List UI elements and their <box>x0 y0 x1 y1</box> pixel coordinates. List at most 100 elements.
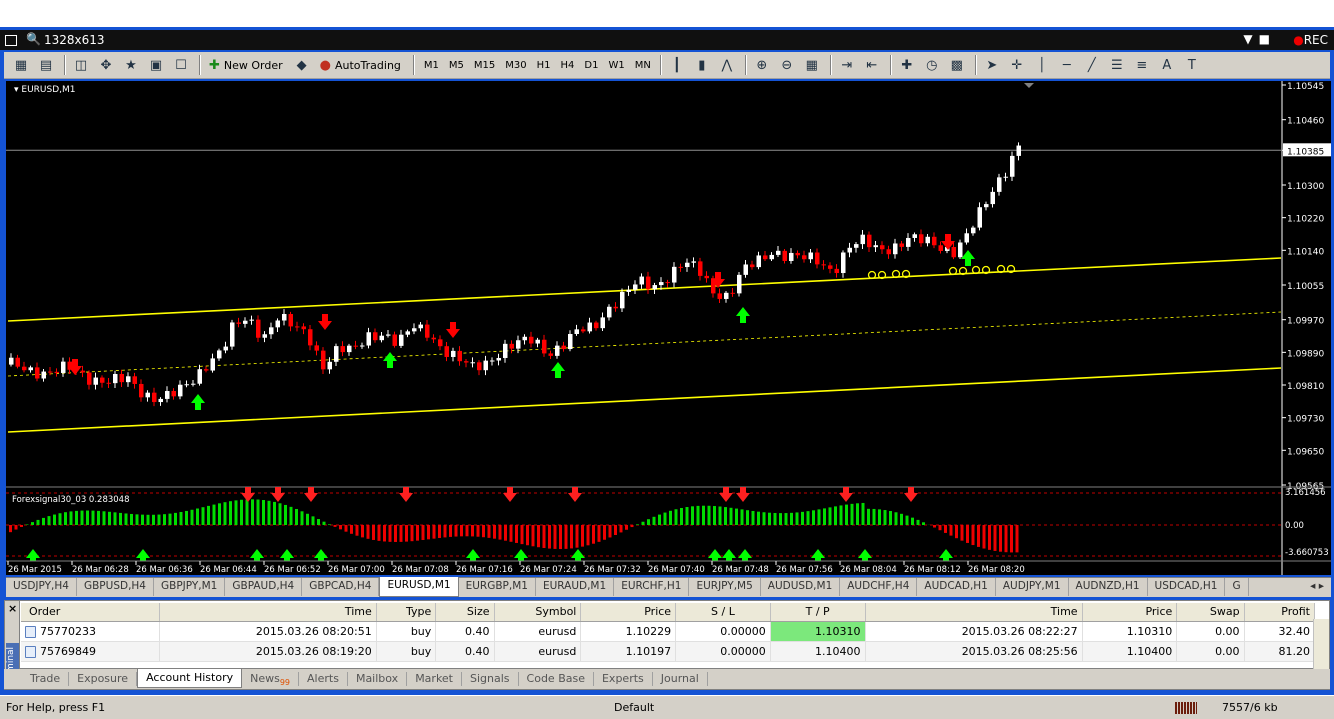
terminal-tab[interactable]: Code Base <box>519 672 594 686</box>
crosshair-icon[interactable]: ✛ <box>1006 55 1028 75</box>
metaeditor-icon[interactable]: ◆ <box>291 55 313 75</box>
column-header[interactable]: Price <box>580 603 677 622</box>
tile-windows-icon[interactable]: ▦ <box>801 55 823 75</box>
chart-tab[interactable]: G <box>1225 578 1249 596</box>
indicator-buy-arrow <box>280 549 294 561</box>
auto-scroll-icon[interactable]: ⇥ <box>836 55 858 75</box>
favorites-icon[interactable]: ★ <box>120 55 142 75</box>
horizontal-line-icon[interactable]: ─ <box>1056 55 1078 75</box>
terminal-tab[interactable]: Account History <box>137 668 243 688</box>
close-icon[interactable]: × <box>8 602 17 615</box>
column-header[interactable]: Order <box>21 603 160 622</box>
column-header[interactable]: S / L <box>675 603 771 622</box>
timeframe-m1[interactable]: M1 <box>419 55 444 75</box>
new-order-button[interactable]: ✚ New Order <box>205 55 287 75</box>
recorder-controls[interactable]: ▼■ <box>1243 32 1276 46</box>
chart-shift-icon[interactable]: ⇤ <box>861 55 883 75</box>
chart-tab[interactable]: AUDJPY,M1 <box>996 578 1069 596</box>
table-row[interactable]: 75770233 2015.03.26 08:20:51 buy 0.40 eurusd… <box>21 621 1316 642</box>
column-header[interactable]: Size <box>435 603 495 622</box>
candle-body <box>750 264 755 268</box>
account-history-table[interactable]: Order Time Type Size Symbol Price S / LT / P Ti… <box>21 603 1316 662</box>
chart-tab[interactable]: AUDCHF,H4 <box>840 578 918 596</box>
timeframe-d1[interactable]: D1 <box>579 55 603 75</box>
chart-tab[interactable]: GBPUSD,H4 <box>77 578 154 596</box>
chart-tab[interactable]: GBPCAD,H4 <box>302 578 380 596</box>
chart-tab[interactable]: GBPJPY,M1 <box>154 578 226 596</box>
column-header[interactable]: T / P <box>770 603 866 622</box>
new-chart-icon[interactable]: ▦ <box>10 55 32 75</box>
chart-tab[interactable]: EURAUD,M1 <box>536 578 615 596</box>
terminal-tab[interactable]: Market <box>407 672 462 686</box>
histogram-bar <box>685 507 689 525</box>
chart-tab[interactable]: EURGBP,M1 <box>459 578 536 596</box>
navigator-icon[interactable]: ✥ <box>95 55 117 75</box>
column-header[interactable]: Time <box>159 603 377 622</box>
terminal-tab[interactable]: Journal <box>653 672 708 686</box>
column-header[interactable]: Swap <box>1176 603 1245 622</box>
table-row[interactable]: 75769849 2015.03.26 08:19:20 buy 0.40 eurusd… <box>21 641 1316 662</box>
candlestick-icon[interactable]: ▮ <box>691 55 713 75</box>
vertical-scrollbar[interactable] <box>1313 619 1329 669</box>
timeframe-w1[interactable]: W1 <box>603 55 629 75</box>
toolbar-separator <box>744 55 747 75</box>
column-header[interactable]: Price <box>1082 603 1178 622</box>
terminal-tab[interactable]: Exposure <box>69 672 138 686</box>
timeframe-mn[interactable]: MN <box>630 55 656 75</box>
timeframe-h4[interactable]: H4 <box>556 55 580 75</box>
profiles-icon[interactable]: ▤ <box>35 55 57 75</box>
chart-tab[interactable]: AUDNZD,H1 <box>1069 578 1148 596</box>
terminal-tab[interactable]: News99 <box>242 672 300 687</box>
tester-icon[interactable]: ☐ <box>170 55 192 75</box>
chart-tab[interactable]: AUDCAD,H1 <box>917 578 996 596</box>
zoom-in-icon[interactable]: ⊕ <box>751 55 773 75</box>
chart-tab[interactable]: AUDUSD,M1 <box>761 578 841 596</box>
terminal-tab[interactable]: Trade <box>22 672 70 686</box>
column-header[interactable]: Symbol <box>494 603 582 622</box>
histogram-bar <box>531 525 535 547</box>
zoom-icon[interactable]: 🔍 <box>26 32 41 46</box>
column-header[interactable]: Time <box>865 603 1083 622</box>
channel-icon[interactable]: ☰ <box>1106 55 1128 75</box>
zoom-out-icon[interactable]: ⊖ <box>776 55 798 75</box>
price-tick-label: 1.10140 <box>1287 247 1324 257</box>
cursor-icon[interactable]: ➤ <box>981 55 1003 75</box>
terminal-tab[interactable]: Alerts <box>299 672 348 686</box>
bar-chart-icon[interactable]: ┃ <box>666 55 688 75</box>
vertical-line-icon[interactable]: │ <box>1031 55 1053 75</box>
market-watch-icon[interactable]: ◫ <box>70 55 92 75</box>
column-header[interactable]: Type <box>376 603 437 622</box>
tab-scroll-arrows-icon[interactable]: ◂ ▸ <box>1303 578 1331 596</box>
terminal-icon[interactable]: ▣ <box>145 55 167 75</box>
rec-button[interactable]: ●REC <box>1293 33 1328 47</box>
chart-tab[interactable]: GBPAUD,H4 <box>225 578 303 596</box>
trendline-icon[interactable]: ╱ <box>1081 55 1103 75</box>
templates-icon[interactable]: ▩ <box>946 55 968 75</box>
text-icon[interactable]: A <box>1156 55 1178 75</box>
chart-tab[interactable]: EURJPY,M5 <box>689 578 761 596</box>
autotrading-button[interactable]: ● AutoTrading <box>316 55 405 75</box>
chart-canvas[interactable]: 1.10545 1.10460 1.10385 1.10300 1.10220 1.101… <box>6 81 1331 575</box>
histogram-bar <box>669 510 672 525</box>
text-label-icon[interactable]: T <box>1181 55 1203 75</box>
terminal-tab[interactable]: Mailbox <box>348 672 408 686</box>
chart-tab[interactable]: USDJPY,H4 <box>6 578 77 596</box>
line-chart-icon[interactable]: ⋀ <box>716 55 738 75</box>
column-header[interactable]: Profit <box>1244 603 1316 622</box>
chart-tab[interactable]: USDCAD,H1 <box>1148 578 1226 596</box>
window-icon[interactable] <box>5 35 17 46</box>
fibonacci-icon[interactable]: ≡ <box>1131 55 1153 75</box>
indicators-icon[interactable]: ✚ <box>896 55 918 75</box>
chart-tab[interactable]: EURCHF,H1 <box>614 578 690 596</box>
timeframe-m15[interactable]: M15 <box>469 55 500 75</box>
candle-body <box>145 392 150 398</box>
timeframe-m30[interactable]: M30 <box>500 55 531 75</box>
price-chart[interactable]: 1.10545 1.10460 1.10385 1.10300 1.10220 1.101… <box>6 81 1331 575</box>
histogram-bar <box>119 512 122 525</box>
terminal-tab[interactable]: Experts <box>594 672 653 686</box>
periods-icon[interactable]: ◷ <box>921 55 943 75</box>
timeframe-h1[interactable]: H1 <box>532 55 556 75</box>
chart-tab[interactable]: EURUSD,M1 <box>379 577 459 597</box>
terminal-tab[interactable]: Signals <box>462 672 519 686</box>
timeframe-m5[interactable]: M5 <box>444 55 469 75</box>
